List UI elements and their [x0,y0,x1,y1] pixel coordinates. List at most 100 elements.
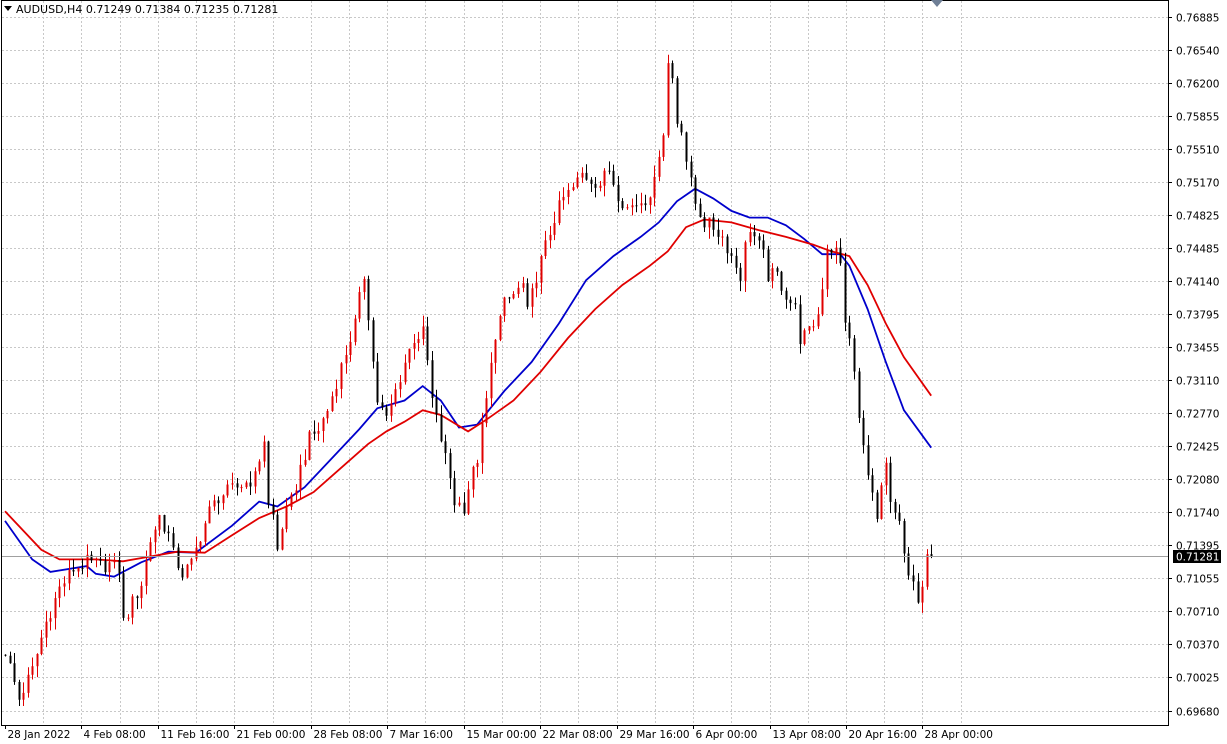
candle-body [612,170,615,185]
candle-body [581,172,584,178]
candle-body [226,484,229,496]
candle-body [644,203,647,206]
candle-body [458,502,461,506]
price-axis-label: 0.70025 [1176,673,1219,685]
candle-body [531,288,534,307]
candle-body [703,217,706,228]
candle-body [753,232,756,237]
candle-body [394,389,397,404]
chart-shift-marker-icon[interactable] [931,0,943,7]
candle-body [553,223,556,235]
candle-body [95,559,98,561]
candle-body [885,462,888,486]
time-axis-label: 21 Feb 00:00 [237,729,306,741]
candle-body [799,304,802,345]
symbol-timeframe: AUDUSD,H4 [16,3,83,16]
price-axis-label: 0.74825 [1176,211,1219,223]
candle-body [558,200,561,224]
current-price-tag: 0.71281 [1173,550,1221,564]
candle-body [158,514,161,530]
candle-body [576,177,579,188]
candle-body [326,410,329,419]
candle-body [658,156,661,177]
candle-body [708,217,711,228]
candle-body [599,185,602,188]
time-axis-label: 4 Feb 08:00 [84,729,146,741]
candle-body [335,388,338,397]
candle-body [476,463,479,467]
candle-body [858,371,861,418]
candle-body [236,483,239,488]
candle-body [449,453,452,479]
candle-body [417,339,420,343]
candle-body [680,123,683,133]
candle-body [9,655,12,664]
candle-body [31,666,34,675]
candle-body [453,478,456,506]
candle-body [735,255,738,268]
ohlc-close: 0.71281 [232,3,279,16]
price-chart[interactable]: 0.76885 0.76540 0.76200 0.75855 0.75510 0.751… [0,0,1227,744]
candle-body [867,445,870,476]
candle-body [572,187,575,190]
candle-body [826,249,829,290]
candle-body [653,176,656,198]
candle-body [304,459,307,465]
candle-body [54,598,57,619]
price-axis-label: 0.75855 [1176,112,1219,124]
candle-body [40,637,43,655]
candle-body [821,289,824,315]
candle-body [789,299,792,304]
candle-body [744,242,747,281]
candle-body [485,398,488,424]
candle-body [694,177,697,204]
current-price-tag-label: 0.71281 [1176,552,1219,564]
candle-body [603,170,606,186]
candle-body [785,290,788,300]
candle-body [803,330,806,345]
candle-body [435,398,438,415]
candle-body [762,240,765,250]
candle-body [699,203,702,218]
candle-body [13,663,16,682]
candle-body [322,418,325,431]
candle-body [349,342,352,355]
candle-body [140,585,143,599]
candle-body [621,201,624,209]
price-axis-label: 0.76540 [1176,46,1219,58]
candle-body [285,506,288,530]
candle-body [376,361,379,403]
candle-body [422,326,425,340]
price-axis-label: 0.74485 [1176,244,1219,256]
candle-body [567,189,570,197]
candle-body [372,320,375,362]
candle-body [390,403,393,416]
price-axis-label: 0.75170 [1176,178,1219,190]
candle-body [749,232,752,243]
candle-body [254,471,257,487]
chart-menu-triangle-icon[interactable] [4,6,12,11]
price-axis-label: 0.73110 [1176,376,1219,388]
candle-body [181,568,184,578]
candle-body [358,292,361,319]
candle-body [585,172,588,180]
candle-body [426,326,429,361]
candle-body [926,554,929,587]
candle-body [794,303,797,305]
candle-body [685,132,688,162]
candle-body [830,249,833,253]
candle-body [245,482,248,488]
time-axis-label: 29 Mar 16:00 [620,729,690,741]
candle-body [413,342,416,349]
candle-body [167,531,170,534]
candle-body [512,294,515,299]
candle-body [594,183,597,188]
candle-body [290,494,293,507]
candle-body [730,253,733,256]
candle-body [249,482,252,487]
candle-body [508,297,511,299]
candle-body [136,596,139,599]
candle-body [848,322,851,339]
candle-body [199,541,202,548]
candle-body [367,278,370,321]
